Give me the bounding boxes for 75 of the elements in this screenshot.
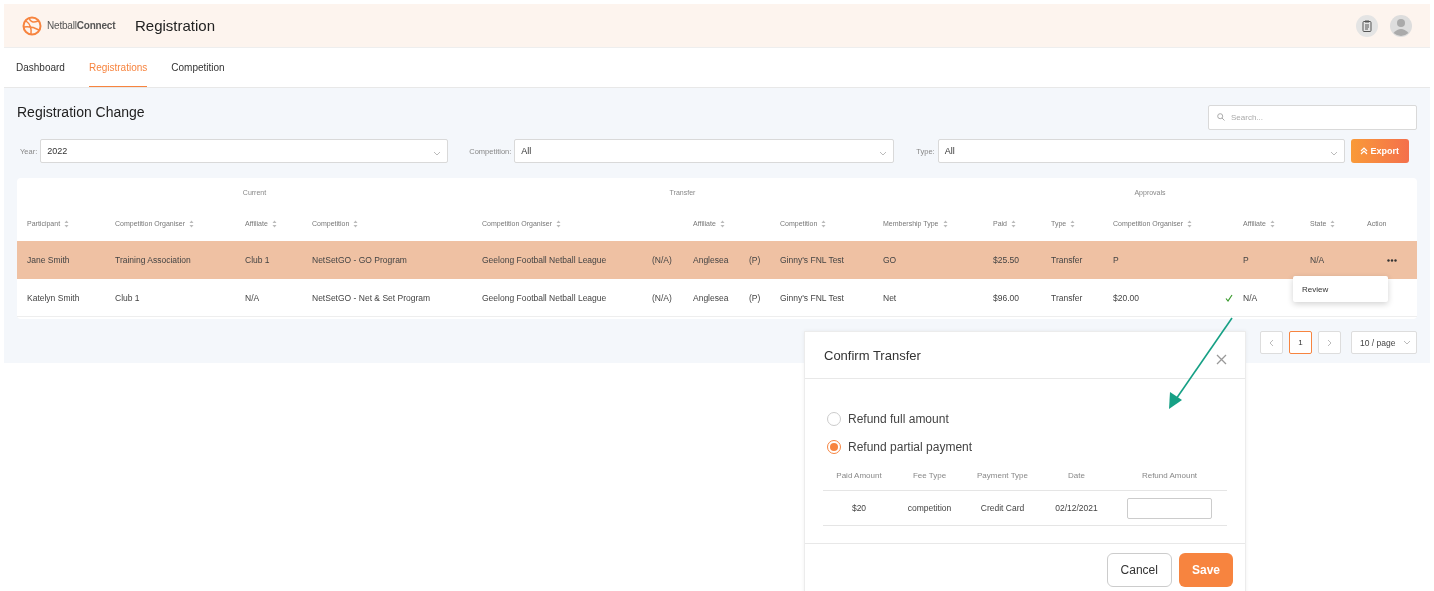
export-button[interactable]: Export <box>1350 139 1409 163</box>
close-icon[interactable] <box>1216 353 1227 365</box>
clipboard-icon[interactable] <box>1356 14 1378 37</box>
table-cell-text: N/A <box>245 292 261 303</box>
table-cell: 02/12/2021 <box>1055 503 1098 513</box>
table-cell-text: Club 1 <box>245 255 271 265</box>
column-header: Fee Type <box>912 471 947 480</box>
column-header: Payment Type <box>977 471 1028 480</box>
column-header: Date <box>1068 471 1085 480</box>
table-cell-text: Ginny's FNL Test <box>780 255 845 265</box>
table-cell-text: $25.50 <box>993 255 1020 265</box>
chevron-down-icon <box>879 151 888 156</box>
table-cell-text: $96.00 <box>993 292 1020 303</box>
radio-label[interactable]: Refund full amount <box>848 412 949 426</box>
filter-select[interactable]: 2022 <box>40 139 449 163</box>
table-cell-text: Geelong Football Netball League <box>482 255 608 265</box>
table-cell-text: GO <box>883 255 898 265</box>
next-page-button[interactable] <box>1318 331 1341 354</box>
table-row[interactable]: Jane Smith Training Association Club 1 NetSetGO - GO Program Geelong Football Netball League (N/A) Anglesea (P) Ginny's FNL Test GO $25.50 Transfer P P N/A <box>17 241 1417 279</box>
table-cell: P <box>1113 255 1119 265</box>
table-cell-text: Transfer <box>1051 292 1084 303</box>
page-heading: Registration <box>135 17 216 34</box>
filter-select[interactable]: All <box>514 139 895 163</box>
table-cell-text: Geelong Football Netball League <box>482 292 608 303</box>
nav-tab[interactable]: Dashboard <box>16 48 65 87</box>
chevron-down-icon <box>433 151 442 156</box>
save-button[interactable]: Save <box>1178 553 1233 587</box>
table-cell-text: Katelyn Smith <box>27 292 81 303</box>
table-cell-text: Anglesea <box>693 255 730 265</box>
netball-logo-icon <box>22 15 42 36</box>
radio-button[interactable] <box>827 440 841 454</box>
table-cell-text: NetSetGO - GO Program <box>312 255 408 265</box>
refund-amount-input[interactable] <box>1127 497 1212 519</box>
table-cell-text: NetSetGO - Net & Set Program <box>312 292 432 303</box>
logo-text: NetballConnect <box>47 20 116 31</box>
table-cell-text: (P) <box>749 292 762 303</box>
chevron-down-icon <box>1329 151 1338 156</box>
nav-tab[interactable]: Registrations <box>88 48 148 87</box>
radio-button[interactable] <box>827 412 841 426</box>
radio-label[interactable]: Refund partial payment <box>848 440 973 454</box>
chevron-down-icon <box>1403 340 1411 345</box>
table-cell-text: Training Association <box>115 255 192 265</box>
avatar-icon[interactable] <box>1390 14 1412 37</box>
table-cell-text: Ginny's FNL Test <box>780 292 845 303</box>
table-cell: competition <box>907 503 952 513</box>
table-cell: $20.00 <box>1113 292 1139 303</box>
nav-tab[interactable]: Competition <box>171 48 225 87</box>
table-cell: Credit Card <box>980 503 1025 513</box>
table-cell-text: Transfer <box>1051 255 1084 265</box>
chevron-left-icon <box>1269 338 1274 347</box>
filter-select[interactable]: All <box>937 139 1345 163</box>
menu-item[interactable]: Review <box>1302 284 1329 294</box>
table-cell: $20 <box>851 503 867 513</box>
page-size-select[interactable]: 10 / page <box>1351 331 1417 354</box>
table-cell-text: (N/A) <box>652 255 673 265</box>
section-title: Registration Change <box>17 104 145 120</box>
table-cell-text: N/A <box>1243 292 1259 303</box>
column-header: Refund Amount <box>1141 471 1198 480</box>
table-cell-text: N/A <box>1310 255 1326 265</box>
previous-page-button[interactable] <box>1260 331 1283 354</box>
table-cell-text: P <box>1243 255 1250 265</box>
table-cell-text: Net <box>883 292 898 303</box>
more-icon[interactable] <box>1387 258 1397 262</box>
search-icon <box>1217 113 1225 121</box>
table-cell-text: (N/A) <box>652 292 673 303</box>
chevron-right-icon <box>1327 338 1332 347</box>
table-cell-text: Jane Smith <box>27 255 71 265</box>
page-button[interactable]: 1 <box>1289 331 1312 354</box>
column-header: Paid Amount <box>836 471 882 480</box>
double-chevron-up-icon <box>1360 147 1369 155</box>
table-cell-text: Anglesea <box>693 292 730 303</box>
dialog-title: Confirm Transfer <box>824 347 921 363</box>
table-cell-text: Club 1 <box>115 292 141 303</box>
cancel-button[interactable]: Cancel <box>1106 553 1172 587</box>
table-cell-text: (P) <box>749 255 762 265</box>
